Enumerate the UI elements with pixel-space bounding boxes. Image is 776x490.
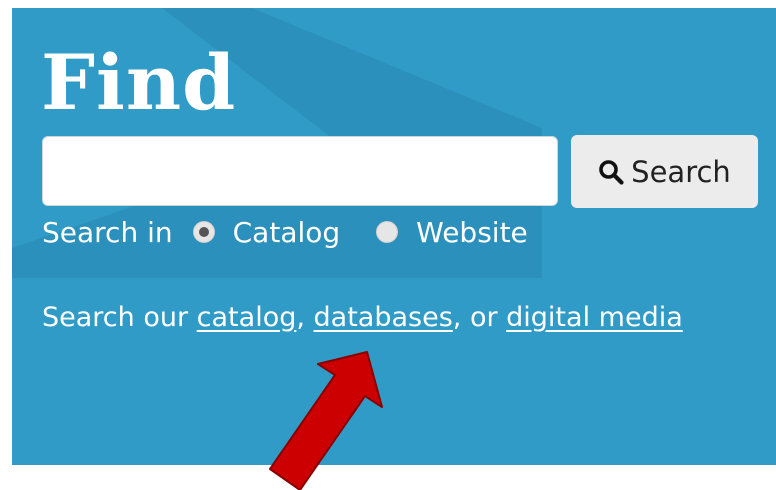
red-arrow-icon bbox=[269, 351, 383, 490]
